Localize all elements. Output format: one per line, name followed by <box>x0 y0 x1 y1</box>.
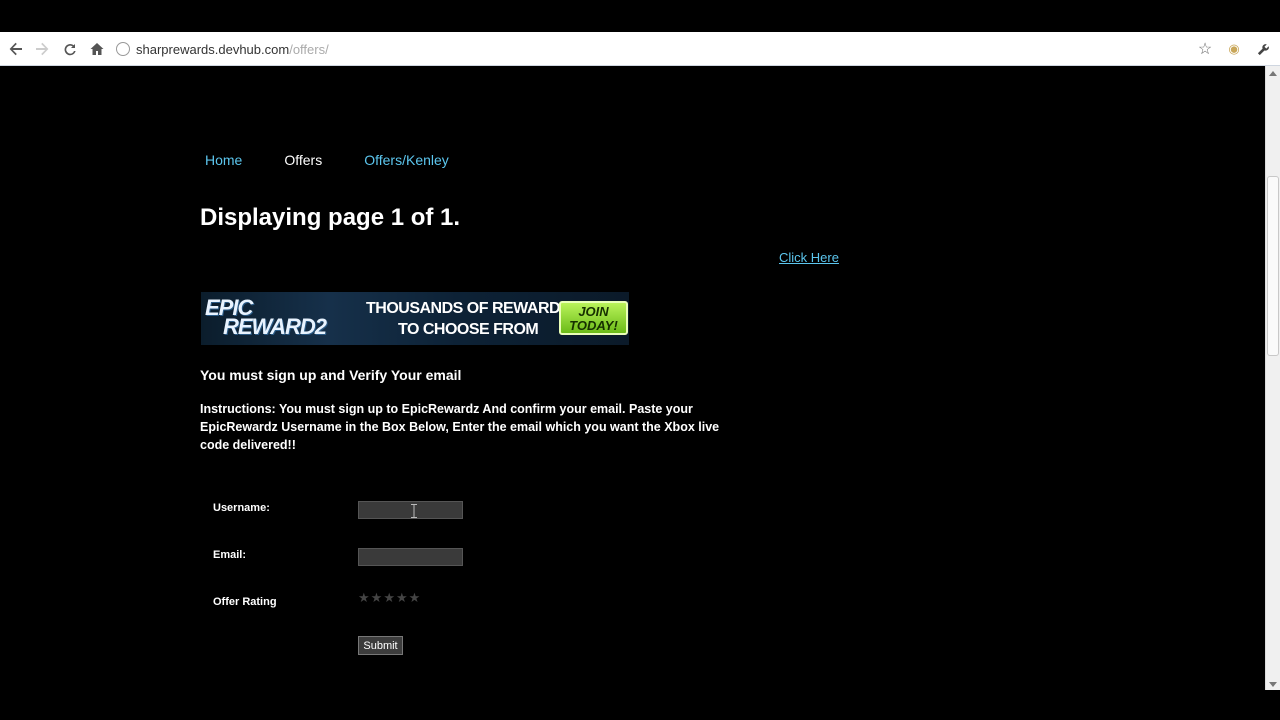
banner-tagline-line1: THOUSANDS OF REWARDS <box>366 300 571 317</box>
submit-button[interactable]: Submit <box>358 636 403 655</box>
banner-join-line2: TODAY! <box>569 318 618 333</box>
bookmark-star-button[interactable]: ☆ <box>1194 38 1216 60</box>
text-cursor-icon <box>411 504 417 518</box>
forward-arrow-icon <box>36 42 49 56</box>
back-arrow-icon <box>9 42 22 56</box>
click-here-link[interactable]: Click Here <box>779 250 839 265</box>
url-path: /offers/ <box>289 41 329 57</box>
banner-join-button[interactable]: JOIN TODAY! <box>559 301 628 335</box>
url-host: sharprewards.devhub.com <box>136 41 290 57</box>
offer-rating-label: Offer Rating <box>213 596 277 608</box>
banner-tagline-line2: TO CHOOSE FROM <box>397 321 539 338</box>
rating-star-icon[interactable]: ★ <box>383 591 395 605</box>
back-button[interactable] <box>5 38 27 60</box>
username-label: Username: <box>213 502 270 514</box>
nav-home-link[interactable]: Home <box>205 152 242 168</box>
banner-join-line1: JOIN <box>578 304 609 319</box>
site-nav: Home Offers Offers/Kenley <box>205 152 449 168</box>
rating-star-icon[interactable]: ★ <box>409 591 421 605</box>
page-info-icon <box>116 42 130 56</box>
settings-wrench-button[interactable] <box>1252 38 1274 60</box>
banner-logo: EPIC REWARD2 <box>205 297 327 339</box>
home-button[interactable] <box>86 38 108 60</box>
scrollbar-corner <box>1265 690 1280 720</box>
email-input[interactable] <box>358 548 463 566</box>
email-label: Email: <box>213 549 247 561</box>
wrench-icon <box>1257 43 1269 55</box>
nav-offers-link[interactable]: Offers <box>284 152 322 168</box>
star-icon: ☆ <box>1197 41 1213 58</box>
home-icon <box>90 43 104 55</box>
rating-star-icon[interactable]: ★ <box>396 591 408 605</box>
forward-button[interactable] <box>31 38 53 60</box>
window-top-bar <box>0 0 1280 32</box>
epic-rewardz-banner[interactable]: EPIC REWARD2 THOUSANDS OF REWARDS TO CHO… <box>201 292 629 345</box>
scrollbar-thumb[interactable] <box>1267 176 1279 356</box>
page-scrollbar[interactable] <box>1265 66 1280 690</box>
page-title: Displaying page 1 of 1. <box>200 204 461 231</box>
browser-toolbar: sharprewards.devhub.com/offers/ ☆ ◉ <box>0 32 1280 66</box>
reload-button[interactable] <box>59 38 81 60</box>
nav-offers-kenley-link[interactable]: Offers/Kenley <box>364 152 449 168</box>
rating-star-icon[interactable]: ★ <box>358 591 370 605</box>
banner-tagline: THOUSANDS OF REWARDS TO CHOOSE FROM <box>366 298 571 340</box>
rating-star-icon[interactable]: ★ <box>371 591 383 605</box>
offer-rating-stars[interactable]: ★ ★ ★ ★ ★ <box>358 591 420 605</box>
extension-button[interactable]: ◉ <box>1223 38 1245 60</box>
banner-logo-line2: REWARD2 <box>223 314 327 339</box>
scroll-down-arrow-icon[interactable] <box>1269 682 1277 687</box>
signup-heading: You must sign up and Verify Your email <box>200 367 462 383</box>
scroll-up-arrow-icon[interactable] <box>1269 71 1277 76</box>
instructions-text: Instructions: You must sign up to EpicRe… <box>200 402 720 452</box>
page-viewport: Home Offers Offers/Kenley Displaying pag… <box>0 66 1265 720</box>
reload-icon <box>64 44 76 56</box>
eye-icon: ◉ <box>1228 41 1240 56</box>
address-bar[interactable]: sharprewards.devhub.com/offers/ <box>116 37 1186 61</box>
